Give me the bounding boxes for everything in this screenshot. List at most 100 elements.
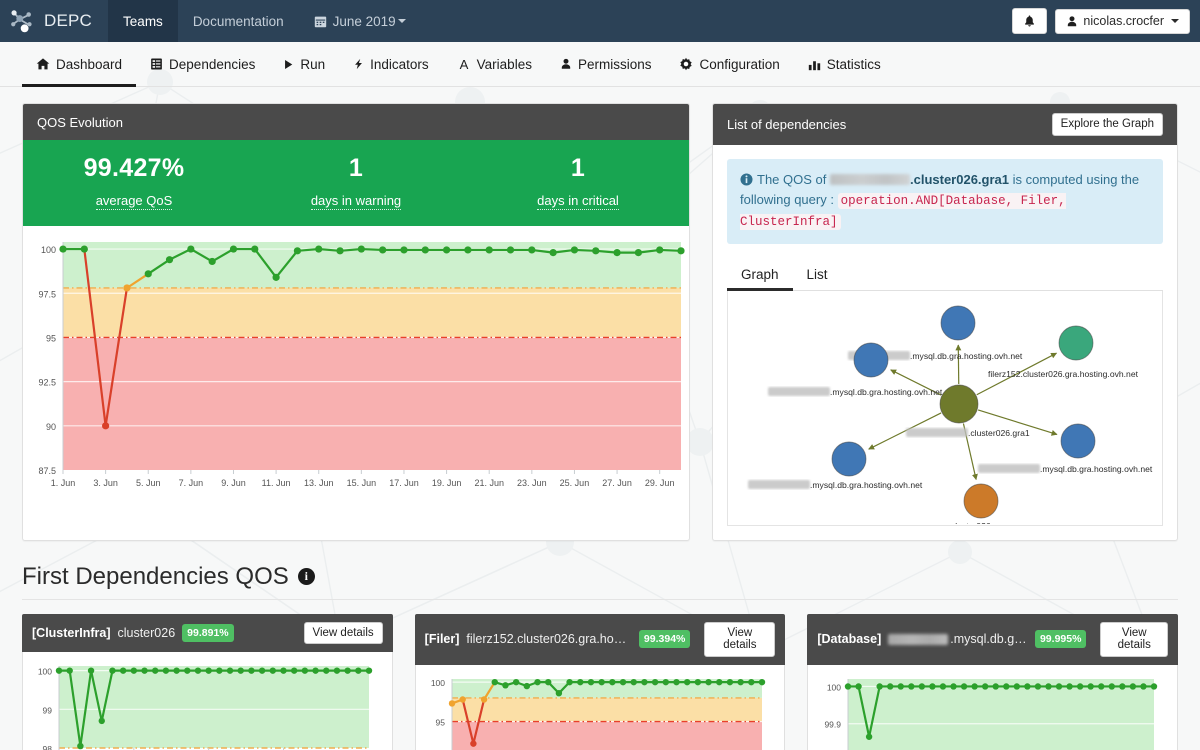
svg-text:98: 98 bbox=[43, 744, 53, 750]
date-selector[interactable]: June 2019 bbox=[299, 0, 421, 42]
view-details-button[interactable]: View details bbox=[1100, 621, 1169, 657]
card-qos-chart[interactable]: 90951003. Jun10. Jun17. Jun24. Jun bbox=[418, 669, 770, 750]
graph-node-label: .mysql.db.gra.hosting.ovh.net bbox=[830, 387, 943, 397]
tab-list-label: List bbox=[806, 266, 828, 282]
info-circle-icon bbox=[740, 173, 753, 186]
dependencies-panel: List of dependencies Explore the Graph T… bbox=[712, 103, 1178, 541]
svg-text:1. Jun: 1. Jun bbox=[51, 478, 76, 488]
view-details-button[interactable]: View details bbox=[704, 621, 776, 657]
svg-text:23. Jun: 23. Jun bbox=[517, 478, 547, 488]
top-navbar: DEPC Teams Documentation June 2019 nicol… bbox=[0, 0, 1200, 42]
card-type-label: [ClusterInfra] bbox=[32, 625, 111, 640]
subnav-item-dashboard[interactable]: Dashboard bbox=[22, 42, 137, 87]
card-chart-container[interactable]: 98991003. Jun10. Jun17. Jun24. Jun bbox=[22, 652, 393, 750]
card-header: [Database] .mysql.db.gra.[...] 99.995% V… bbox=[807, 613, 1179, 665]
home-icon bbox=[36, 57, 50, 71]
card-header: [Filer] filerz152.cluster026.gra.hosting… bbox=[414, 613, 786, 665]
card-qos-chart[interactable]: 98991003. Jun10. Jun17. Jun24. Jun bbox=[25, 656, 377, 750]
subnav-item-indicators[interactable]: Indicators bbox=[339, 42, 443, 87]
nav-item-documentation[interactable]: Documentation bbox=[178, 0, 299, 42]
dependencies-body: The QOS of .cluster026.gra1 is computed … bbox=[713, 145, 1177, 540]
subnav-item-statistics[interactable]: Statistics bbox=[794, 42, 895, 87]
svg-text:17. Jun: 17. Jun bbox=[389, 478, 419, 488]
card-name-label: filerz152.cluster026.gra.hosting[...] bbox=[466, 632, 632, 647]
dependency-graph[interactable]: .mysql.db.gra.hosting.ovh.net filerz152.c… bbox=[728, 291, 1163, 525]
nav-item-documentation-label: Documentation bbox=[192, 13, 284, 29]
graph-node[interactable] bbox=[831, 441, 867, 476]
svg-text:100: 100 bbox=[827, 682, 841, 692]
subnav-item-variables[interactable]: A Variables bbox=[443, 42, 546, 87]
user-menu-button[interactable]: nicolas.crocfer bbox=[1055, 8, 1190, 34]
qos-critical-value: 1 bbox=[570, 154, 586, 182]
graph-node[interactable] bbox=[1058, 325, 1094, 360]
card-qos-badge: 99.995% bbox=[1034, 630, 1087, 649]
qos-formula-info: The QOS of .cluster026.gra1 is computed … bbox=[727, 158, 1163, 244]
graph-node[interactable] bbox=[963, 483, 999, 518]
info-circle-icon[interactable]: i bbox=[297, 568, 315, 586]
qos-average-label: average QoS bbox=[95, 193, 173, 210]
brand-logo-link[interactable]: DEPC bbox=[0, 0, 108, 42]
svg-text:19. Jun: 19. Jun bbox=[432, 478, 462, 488]
play-icon bbox=[283, 58, 294, 71]
svg-text:99: 99 bbox=[43, 705, 53, 715]
svg-text:100: 100 bbox=[430, 678, 444, 688]
graph-node-label: cluster026 bbox=[951, 521, 991, 524]
svg-text:87.5: 87.5 bbox=[38, 466, 56, 476]
graph-node-label: filerz152.cluster026.gra.hosting.ovh.net bbox=[988, 369, 1139, 379]
qos-critical-label: days in critical bbox=[537, 193, 619, 210]
graph-node-label: .mysql.db.gra.hosting.ovh.net bbox=[1040, 464, 1153, 474]
card-name-label: cluster026 bbox=[117, 625, 176, 640]
graph-node[interactable] bbox=[939, 384, 979, 423]
svg-text:92.5: 92.5 bbox=[38, 378, 56, 388]
card-qos-chart[interactable]: 99.899.91003. Jun10. Jun17. Jun24. Jun bbox=[810, 669, 1162, 750]
card-type-label: [Database] bbox=[817, 632, 882, 647]
qos-stat-average: 99.427% average QoS bbox=[23, 154, 245, 210]
card-chart-container[interactable]: 99.899.91003. Jun10. Jun17. Jun24. Jun bbox=[807, 664, 1179, 750]
subnav-item-permissions[interactable]: Permissions bbox=[546, 42, 666, 87]
card-qos-badge: 99.394% bbox=[638, 630, 691, 649]
svg-text:7. Jun: 7. Jun bbox=[179, 478, 204, 488]
subnav-item-run[interactable]: Run bbox=[269, 42, 339, 87]
card-type-label: [Filer] bbox=[424, 632, 460, 647]
svg-text:95: 95 bbox=[46, 333, 56, 343]
dependency-graph-container[interactable]: .mysql.db.gra.hosting.ovh.net filerz152.c… bbox=[727, 290, 1163, 526]
chevron-down-icon bbox=[397, 19, 406, 23]
graph-node-label: .mysql.db.gra.hosting.ovh.net bbox=[910, 351, 1023, 361]
notifications-button[interactable] bbox=[1012, 8, 1048, 34]
svg-text:21. Jun: 21. Jun bbox=[474, 478, 504, 488]
dependency-cards: [ClusterInfra] cluster026 99.891% View d… bbox=[22, 613, 1179, 750]
dependencies-panel-title: List of dependencies bbox=[727, 116, 847, 132]
card-qos-badge: 99.891% bbox=[182, 623, 234, 642]
redacted-hostname bbox=[830, 173, 910, 185]
svg-text:27. Jun: 27. Jun bbox=[602, 478, 632, 488]
graph-node[interactable] bbox=[1060, 423, 1096, 458]
brand-title: DEPC bbox=[44, 11, 93, 30]
explore-graph-button[interactable]: Explore the Graph bbox=[1051, 113, 1163, 136]
svg-text:90: 90 bbox=[46, 422, 56, 432]
view-details-button[interactable]: View details bbox=[303, 621, 383, 645]
subnav-item-indicators-label: Indicators bbox=[370, 56, 429, 72]
section-title-text: First Dependencies QOS bbox=[22, 562, 289, 590]
card-chart-container[interactable]: 90951003. Jun10. Jun17. Jun24. Jun bbox=[414, 664, 786, 750]
qos-average-value: 99.427% bbox=[83, 154, 185, 182]
qos-panel-title: QOS Evolution bbox=[37, 114, 123, 130]
qos-evolution-chart[interactable]: 87.5 90 92.5 95 97.5 100 1. Jun 3. Jun 5. Jun 7. … bbox=[27, 232, 687, 500]
subnav-item-permissions-label: Permissions bbox=[577, 56, 652, 72]
nav-item-teams-label: Teams bbox=[123, 13, 163, 29]
top-row: QOS Evolution 99.427% average QoS 1 days… bbox=[22, 103, 1178, 541]
graph-node[interactable] bbox=[940, 305, 976, 340]
graph-node[interactable] bbox=[853, 342, 889, 377]
info-entity-name: .cluster026.gra1 bbox=[910, 171, 1010, 187]
info-prefix-text: The QOS of bbox=[757, 171, 827, 187]
tab-list[interactable]: List bbox=[793, 260, 842, 290]
subnav-item-configuration[interactable]: Configuration bbox=[665, 42, 793, 87]
navbar-right-group: nicolas.crocfer bbox=[1012, 0, 1200, 42]
dependency-card-filer: [Filer] filerz152.cluster026.gra.hosting… bbox=[414, 613, 786, 750]
subnav-item-dependencies[interactable]: Dependencies bbox=[136, 42, 269, 87]
tab-graph[interactable]: Graph bbox=[727, 260, 793, 291]
qos-main-chart-container[interactable]: 87.5 90 92.5 95 97.5 100 1. Jun 3. Jun 5. Jun 7. … bbox=[23, 226, 689, 509]
card-header: [ClusterInfra] cluster026 99.891% View d… bbox=[22, 613, 393, 653]
qos-stat-warning: 1 days in warning bbox=[245, 154, 467, 210]
nav-item-teams[interactable]: Teams bbox=[108, 0, 178, 42]
qos-panel-header: QOS Evolution bbox=[23, 104, 689, 140]
